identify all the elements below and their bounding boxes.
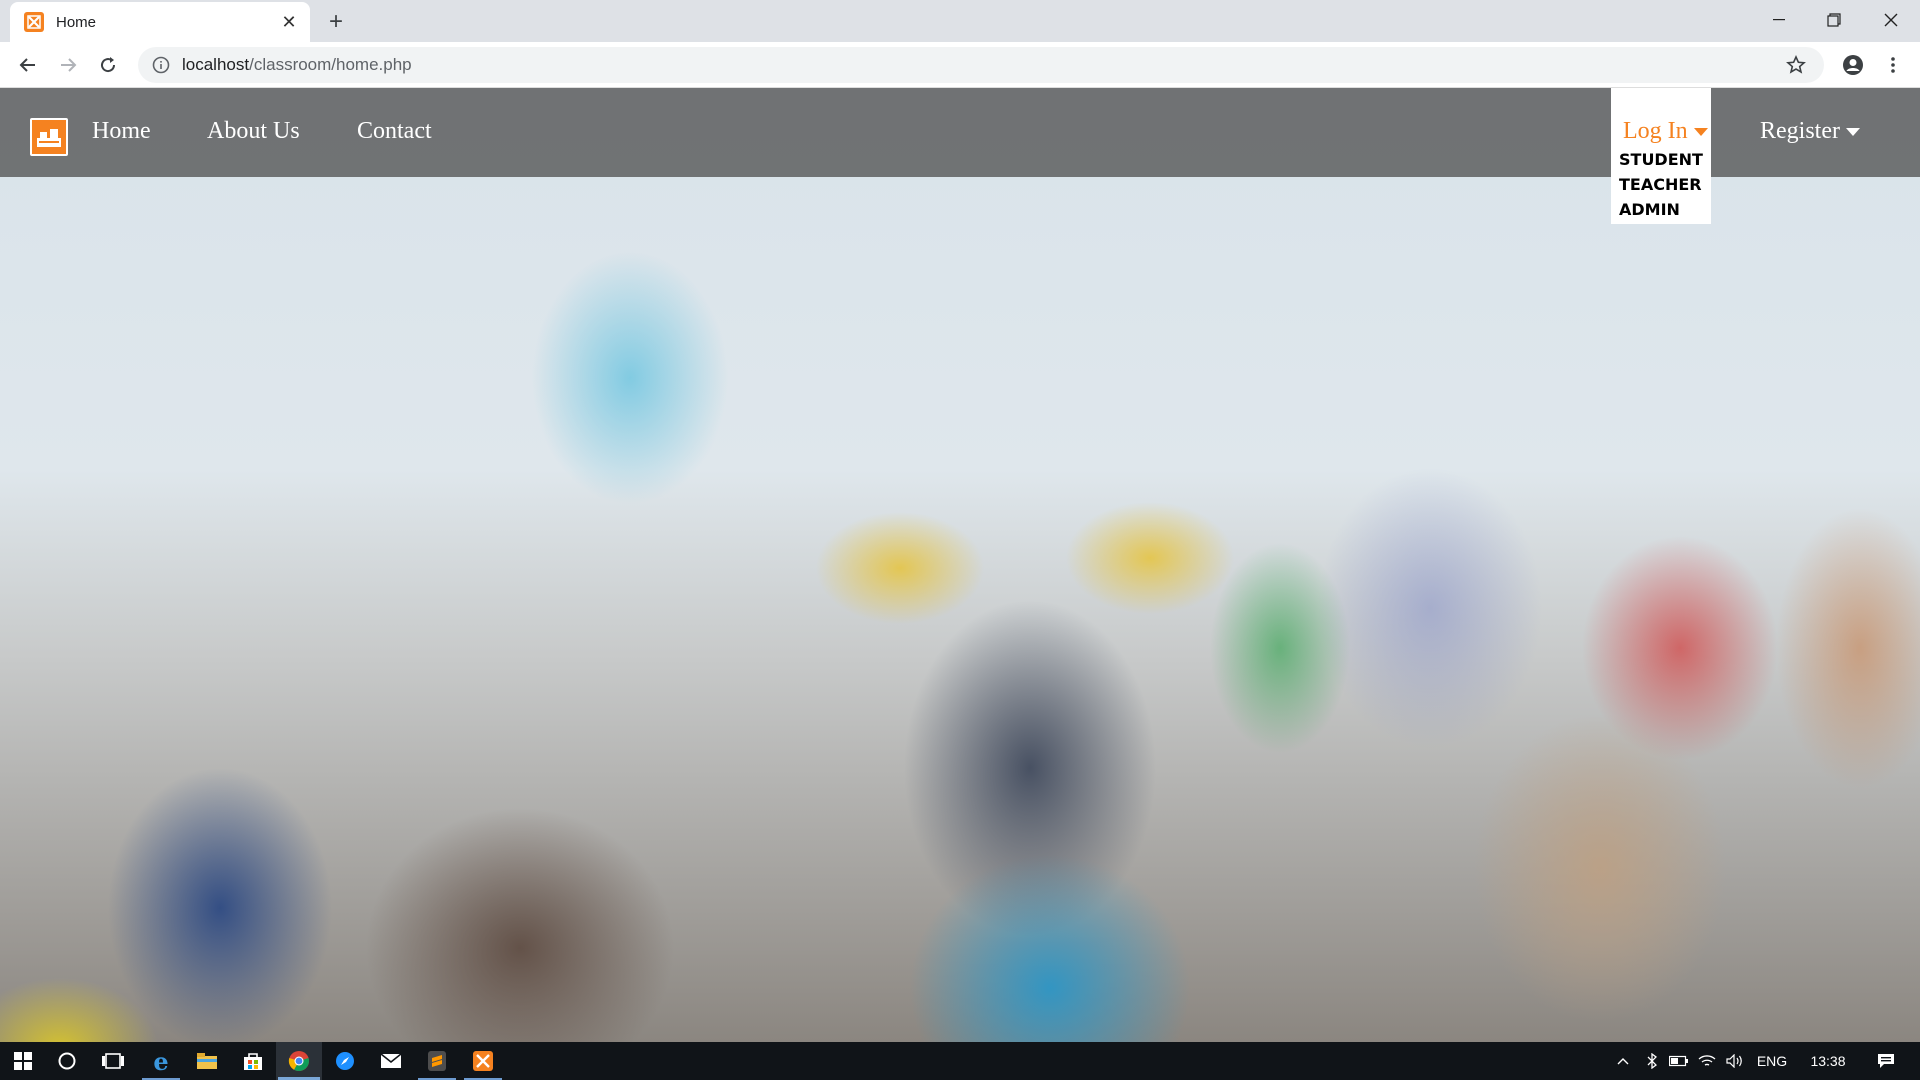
xampp-icon	[24, 12, 44, 32]
restore-button[interactable]	[1805, 0, 1862, 40]
nav-contact-link[interactable]: Contact	[357, 118, 432, 145]
edge-icon[interactable]: e	[138, 1042, 184, 1080]
windows-taskbar: e ENG 13:38	[0, 1042, 1920, 1080]
login-button[interactable]: Log In	[1623, 118, 1708, 145]
browser-tab[interactable]: Home ✕	[10, 2, 310, 42]
file-explorer-icon[interactable]	[184, 1042, 230, 1080]
profile-icon[interactable]	[1840, 52, 1866, 78]
close-window-button[interactable]	[1862, 0, 1919, 40]
chrome-icon[interactable]	[276, 1042, 322, 1080]
cortana-icon[interactable]	[44, 1042, 90, 1080]
register-label: Register	[1760, 118, 1840, 144]
bookmark-star-icon[interactable]	[1786, 55, 1806, 75]
address-bar[interactable]: localhost/classroom/home.php	[138, 47, 1824, 83]
notifications-icon[interactable]	[1866, 1042, 1906, 1080]
chevron-up-icon[interactable]	[1610, 1042, 1636, 1080]
language-indicator[interactable]: ENG	[1752, 1042, 1792, 1080]
site-logo[interactable]	[30, 118, 68, 156]
tab-title: Home	[56, 13, 97, 31]
hero-background: Home About Us Contact Log In STUDENT TEA…	[0, 88, 1920, 1042]
sublime-icon[interactable]	[414, 1042, 460, 1080]
new-tab-button[interactable]: +	[322, 8, 350, 36]
url-path: /classroom/home.php	[249, 55, 412, 74]
login-dropdown[interactable]: Log In STUDENT TEACHER ADMIN	[1611, 88, 1711, 224]
menu-kebab-icon[interactable]	[1880, 52, 1906, 78]
caret-down-icon	[1693, 127, 1708, 136]
browser-toolbar: localhost/classroom/home.php	[0, 42, 1920, 88]
close-tab-icon[interactable]: ✕	[278, 11, 300, 33]
classroom-logo-icon	[37, 129, 61, 147]
info-icon[interactable]	[152, 56, 170, 74]
browser-tab-strip: Home ✕ +	[0, 0, 1920, 42]
login-option-admin[interactable]: ADMIN	[1619, 200, 1680, 219]
battery-icon[interactable]	[1666, 1042, 1692, 1080]
xampp-taskbar-icon[interactable]	[460, 1042, 506, 1080]
nav-about-link[interactable]: About Us	[207, 118, 300, 145]
wifi-icon[interactable]	[1694, 1042, 1720, 1080]
bluetooth-icon[interactable]	[1640, 1042, 1664, 1080]
url-host: localhost	[182, 55, 250, 74]
site-navbar: Home About Us Contact Log In STUDENT TEA…	[0, 88, 1920, 224]
task-view-icon[interactable]	[90, 1042, 136, 1080]
register-button[interactable]: Register	[1760, 118, 1860, 145]
clock[interactable]: 13:38	[1800, 1042, 1856, 1080]
store-icon[interactable]	[230, 1042, 276, 1080]
volume-icon[interactable]	[1722, 1042, 1748, 1080]
minimize-button[interactable]	[1750, 0, 1807, 40]
login-label: Log In	[1623, 118, 1688, 144]
back-button[interactable]	[14, 51, 42, 79]
caret-down-icon	[1845, 127, 1860, 136]
forward-button[interactable]	[54, 51, 82, 79]
reload-button[interactable]	[94, 51, 122, 79]
login-option-teacher[interactable]: TEACHER	[1619, 175, 1702, 194]
safari-icon[interactable]	[322, 1042, 368, 1080]
login-option-student[interactable]: STUDENT	[1619, 150, 1703, 169]
start-icon[interactable]	[0, 1042, 46, 1080]
mail-icon[interactable]	[368, 1042, 414, 1080]
nav-home-link[interactable]: Home	[92, 118, 151, 145]
